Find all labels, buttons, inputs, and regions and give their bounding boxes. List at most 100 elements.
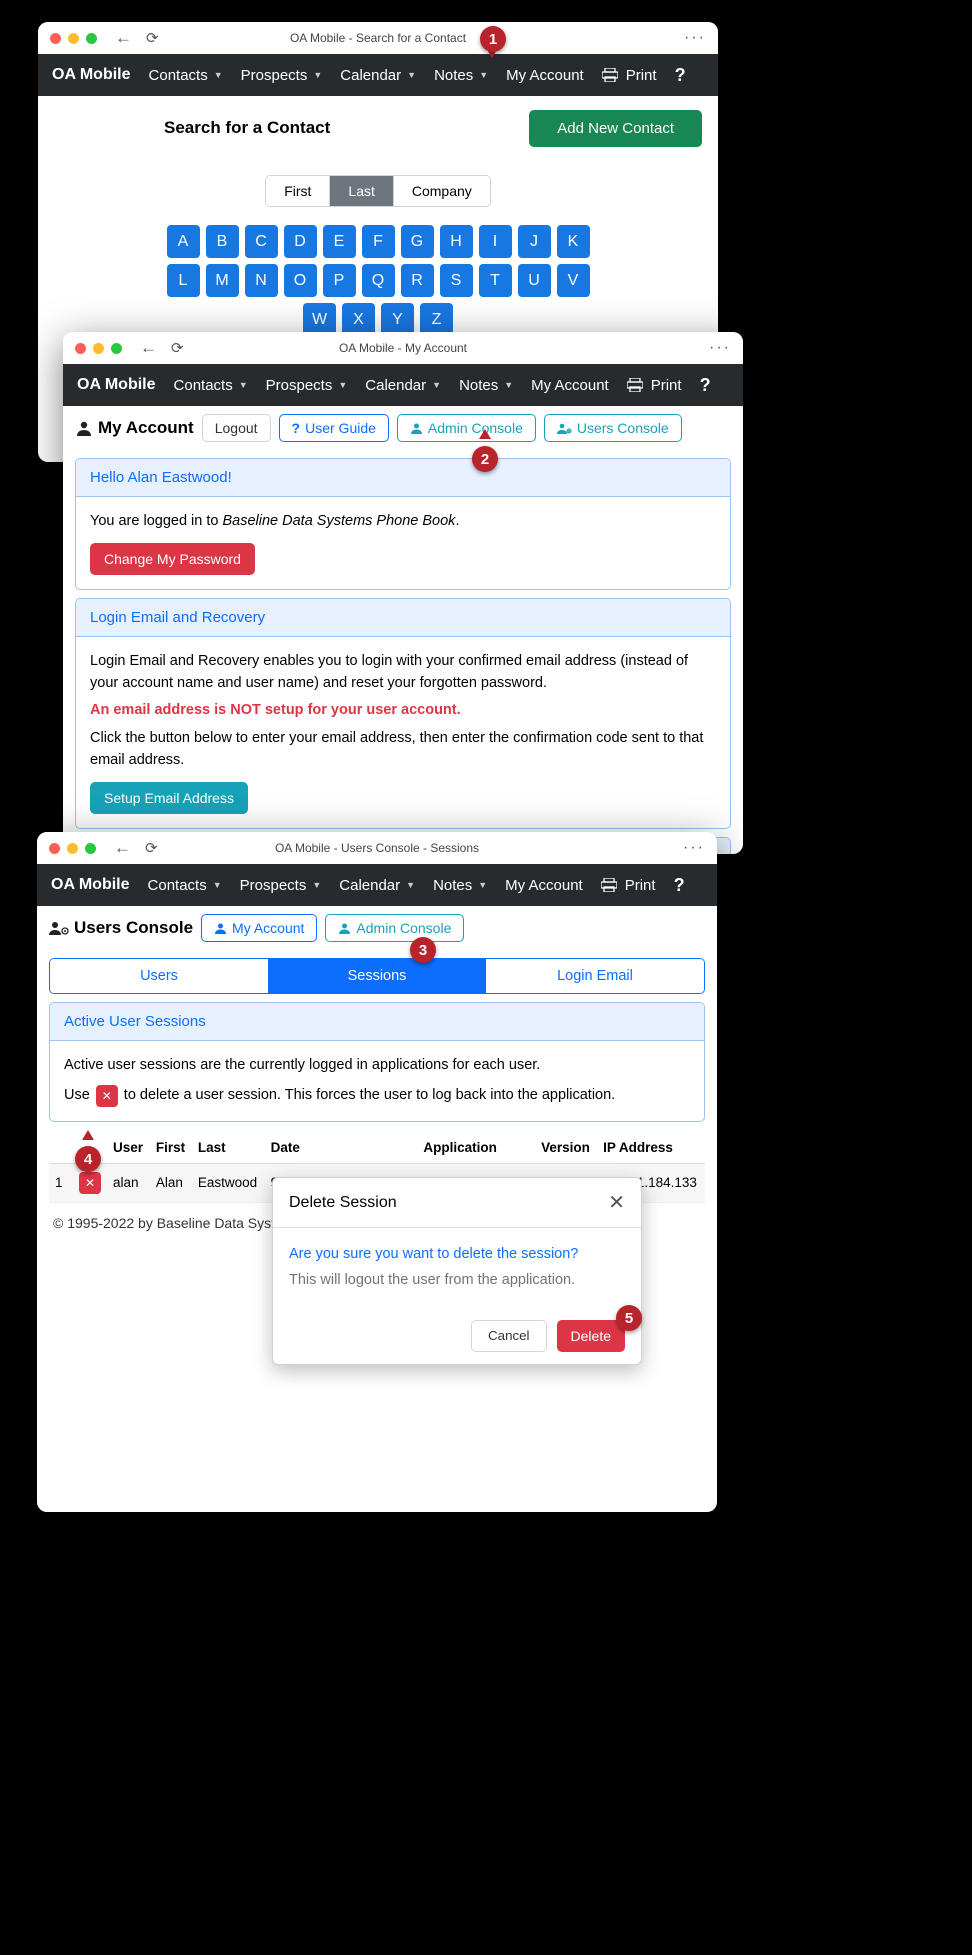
nav-calendar[interactable]: Calendar▼ (365, 377, 441, 394)
titlebar: ← ⟳ OA Mobile - Search for a Contact ··· (38, 22, 718, 54)
letter-F[interactable]: F (362, 225, 395, 258)
letter-B[interactable]: B (206, 225, 239, 258)
delete-button[interactable]: Delete (557, 1320, 625, 1352)
back-icon[interactable]: ← (114, 838, 131, 858)
window-title: OA Mobile - Users Console - Sessions (37, 841, 717, 855)
tab-login-email[interactable]: Login Email (486, 959, 704, 993)
nav-myaccount[interactable]: My Account (531, 377, 609, 394)
caret-icon: ▼ (407, 70, 416, 80)
close-dot[interactable] (49, 843, 60, 854)
letter-M[interactable]: M (206, 264, 239, 297)
nav-myaccount[interactable]: My Account (506, 67, 584, 84)
back-icon[interactable]: ← (115, 28, 132, 48)
brand[interactable]: OA Mobile (51, 876, 130, 894)
navbar: OA Mobile Contacts▼ Prospects▼ Calendar▼… (38, 54, 718, 96)
nav-contacts[interactable]: Contacts▼ (149, 67, 223, 84)
letter-N[interactable]: N (245, 264, 278, 297)
nav-help[interactable]: ? (674, 875, 685, 896)
letter-U[interactable]: U (518, 264, 551, 297)
nav-prospects[interactable]: Prospects▼ (240, 877, 322, 894)
caret-icon: ▼ (504, 380, 513, 390)
letter-V[interactable]: V (557, 264, 590, 297)
sessions-head: Active User Sessions (50, 1003, 704, 1041)
logout-button[interactable]: Logout (202, 414, 271, 442)
letter-D[interactable]: D (284, 225, 317, 258)
admin-console-button[interactable]: Admin Console (397, 414, 536, 442)
nav-notes[interactable]: Notes▼ (433, 877, 487, 894)
subheader: My Account Logout ?User Guide Admin Cons… (63, 406, 743, 450)
letter-K[interactable]: K (557, 225, 590, 258)
nav-contacts[interactable]: Contacts▼ (174, 377, 248, 394)
admin-console-button[interactable]: Admin Console (325, 914, 464, 942)
nav-prospects[interactable]: Prospects▼ (241, 67, 323, 84)
letter-E[interactable]: E (323, 225, 356, 258)
nav-prospects[interactable]: Prospects▼ (266, 377, 348, 394)
min-dot[interactable] (68, 33, 79, 44)
reload-icon[interactable]: ⟳ (145, 839, 158, 857)
close-dot[interactable] (75, 343, 86, 354)
letter-J[interactable]: J (518, 225, 551, 258)
setup-email-button[interactable]: Setup Email Address (90, 782, 248, 814)
letter-grid: ABCDEFGHIJKLMNOPQRSTUVWXYZ (163, 225, 593, 336)
logged-text: You are logged in to Baseline Data Syste… (90, 511, 716, 533)
letter-C[interactable]: C (245, 225, 278, 258)
seg-first[interactable]: First (266, 176, 330, 206)
letter-G[interactable]: G (401, 225, 434, 258)
tab-users[interactable]: Users (50, 959, 268, 993)
nav-help[interactable]: ? (700, 375, 711, 396)
letter-P[interactable]: P (323, 264, 356, 297)
nav-print[interactable]: Print (602, 67, 657, 84)
nav-myaccount[interactable]: My Account (505, 877, 583, 894)
sessions-card: Active User Sessions Active user session… (49, 1002, 705, 1122)
ler-p2: Click the button below to enter your ema… (90, 728, 716, 772)
max-dot[interactable] (111, 343, 122, 354)
nav-calendar[interactable]: Calendar▼ (339, 877, 415, 894)
nav-print[interactable]: Print (601, 877, 656, 894)
more-icon[interactable]: ··· (683, 839, 705, 857)
delete-session-modal: Delete Session ✕ Are you sure you want t… (272, 1177, 642, 1365)
letter-I[interactable]: I (479, 225, 512, 258)
letter-Q[interactable]: Q (362, 264, 395, 297)
users-console-button[interactable]: Users Console (544, 414, 682, 442)
close-icon[interactable]: ✕ (608, 1190, 625, 1215)
traffic-lights (49, 843, 96, 854)
tab-sessions[interactable]: Sessions (268, 959, 486, 993)
change-password-button[interactable]: Change My Password (90, 543, 255, 575)
max-dot[interactable] (85, 843, 96, 854)
close-dot[interactable] (50, 33, 61, 44)
letter-L[interactable]: L (167, 264, 200, 297)
min-dot[interactable] (67, 843, 78, 854)
nav-notes[interactable]: Notes▼ (459, 377, 513, 394)
letter-H[interactable]: H (440, 225, 473, 258)
seg-last[interactable]: Last (330, 176, 393, 206)
delete-session-button[interactable]: ✕ (79, 1172, 101, 1194)
add-contact-button[interactable]: Add New Contact (529, 110, 702, 147)
brand[interactable]: OA Mobile (52, 66, 131, 84)
reload-icon[interactable]: ⟳ (146, 29, 159, 47)
letter-R[interactable]: R (401, 264, 434, 297)
letter-A[interactable]: A (167, 225, 200, 258)
col-user: User (107, 1132, 150, 1164)
ler-head: Login Email and Recovery (76, 599, 730, 637)
back-icon[interactable]: ← (140, 338, 157, 358)
max-dot[interactable] (86, 33, 97, 44)
nav-help[interactable]: ? (675, 65, 686, 86)
nav-calendar[interactable]: Calendar▼ (340, 67, 416, 84)
caret-icon: ▼ (239, 380, 248, 390)
nav-print[interactable]: Print (627, 377, 682, 394)
letter-S[interactable]: S (440, 264, 473, 297)
row-user: alan (107, 1163, 150, 1202)
user-guide-button[interactable]: ?User Guide (279, 414, 389, 442)
my-account-button[interactable]: My Account (201, 914, 317, 942)
cancel-button[interactable]: Cancel (471, 1320, 547, 1352)
more-icon[interactable]: ··· (684, 29, 706, 47)
reload-icon[interactable]: ⟳ (171, 339, 184, 357)
seg-company[interactable]: Company (394, 176, 490, 206)
more-icon[interactable]: ··· (709, 339, 731, 357)
nav-contacts[interactable]: Contacts▼ (148, 877, 222, 894)
brand[interactable]: OA Mobile (77, 376, 156, 394)
min-dot[interactable] (93, 343, 104, 354)
letter-O[interactable]: O (284, 264, 317, 297)
nav-notes[interactable]: Notes▼ (434, 67, 488, 84)
letter-T[interactable]: T (479, 264, 512, 297)
